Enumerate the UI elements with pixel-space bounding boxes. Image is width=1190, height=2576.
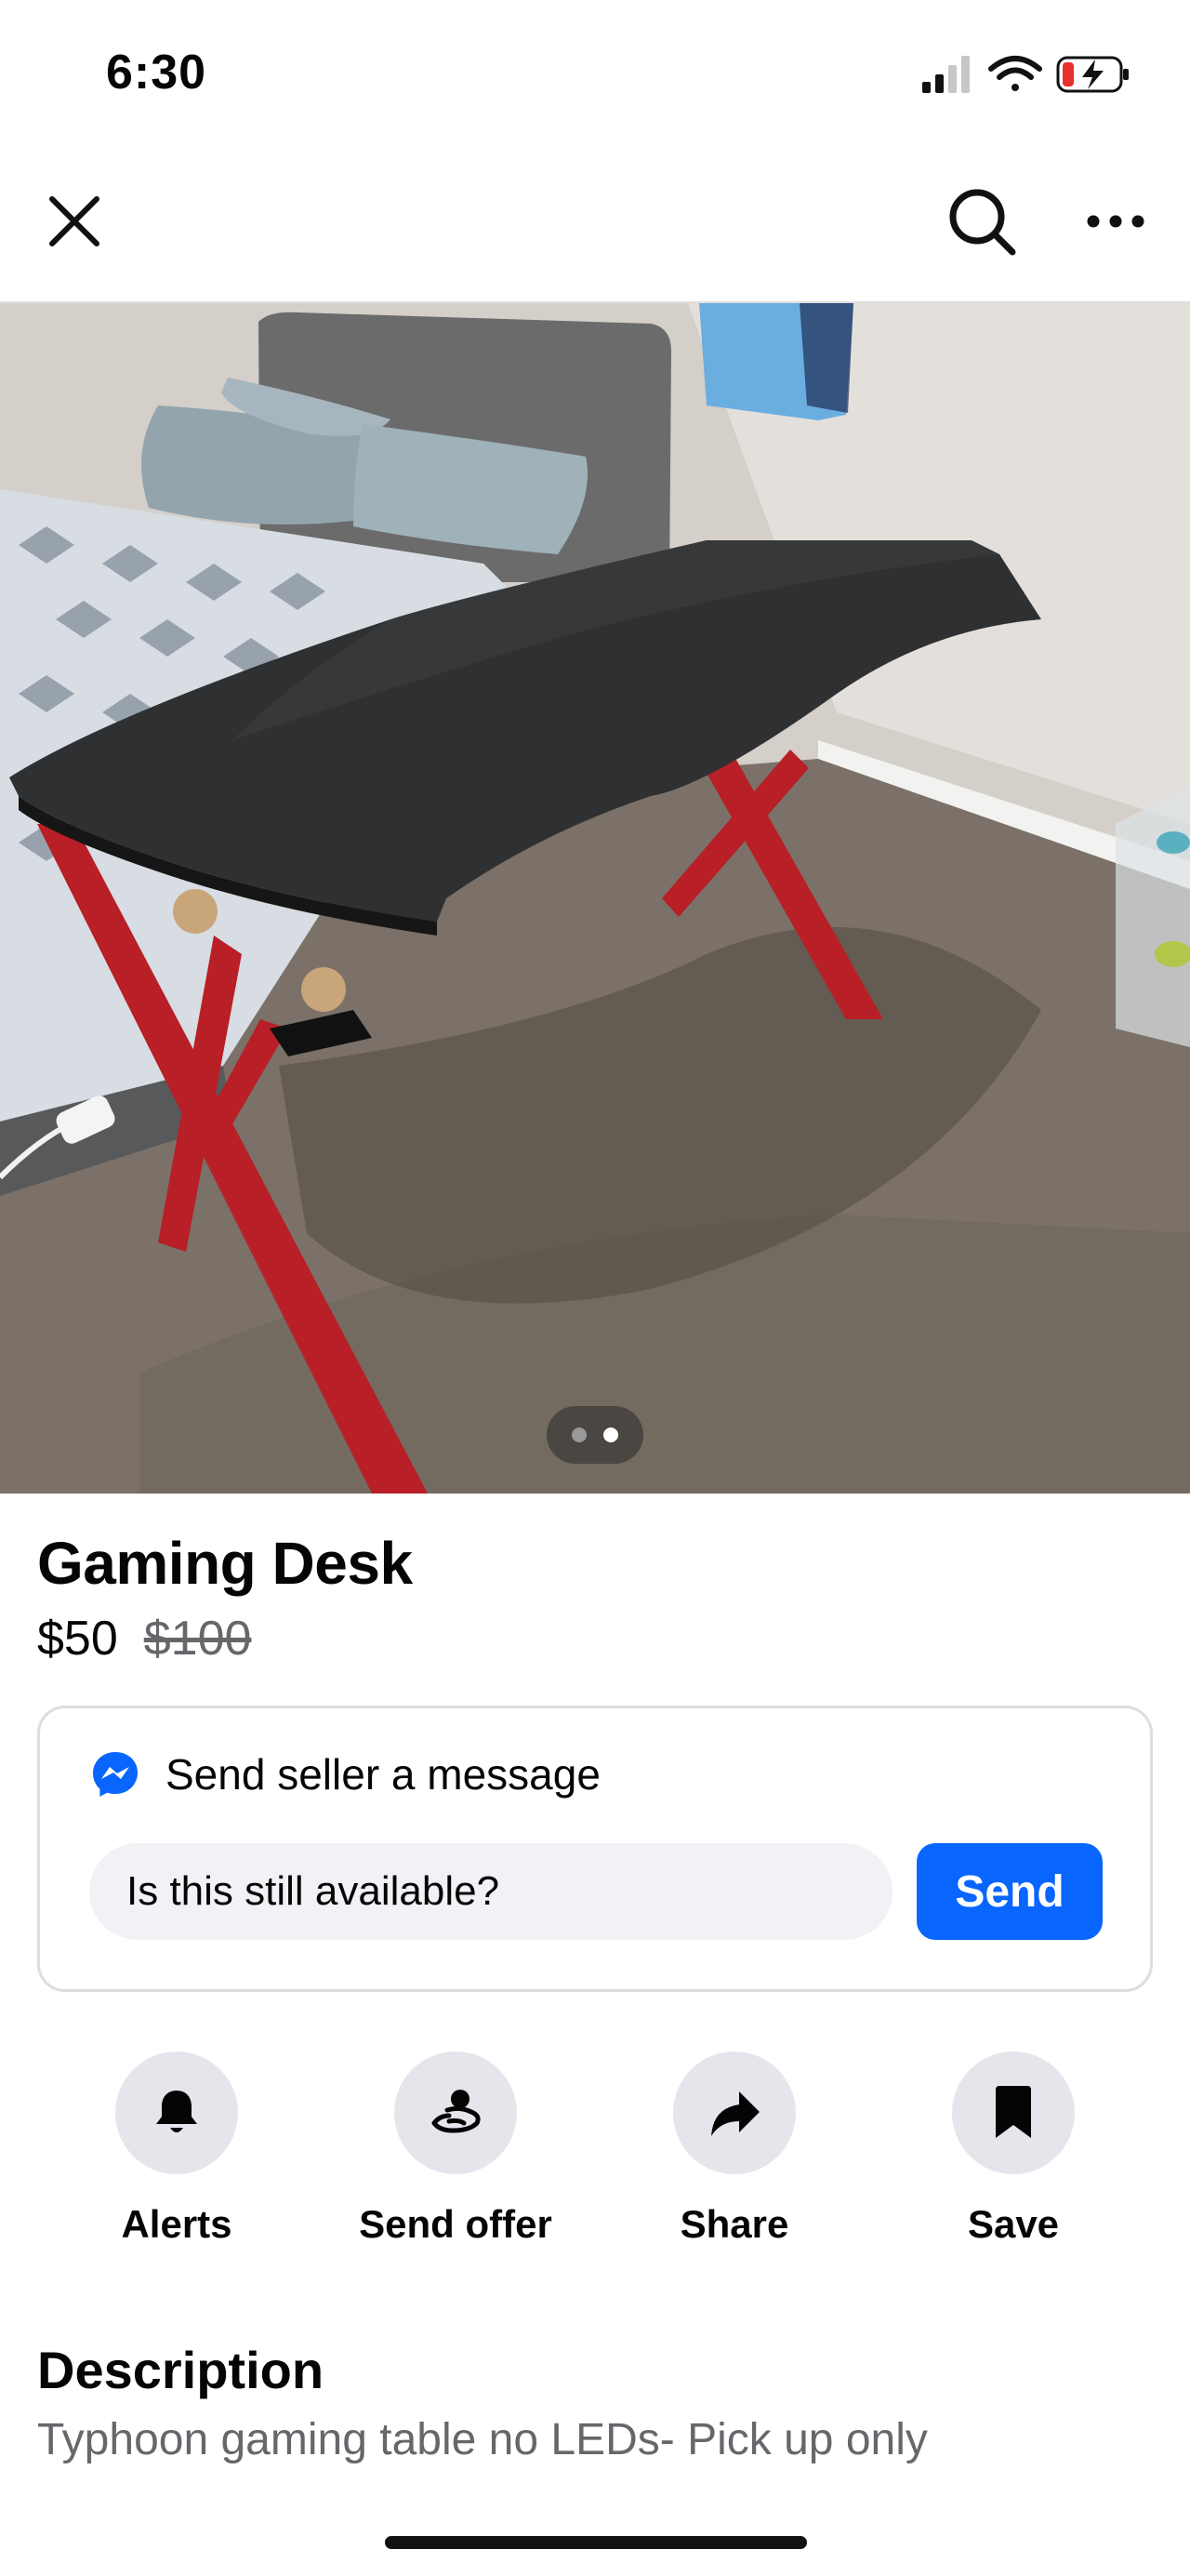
search-icon xyxy=(949,189,1016,256)
save-icon-circle xyxy=(952,2052,1075,2174)
close-button[interactable] xyxy=(28,175,121,268)
save-label: Save xyxy=(967,2202,1060,2246)
price-row: $50 $100 xyxy=(37,1611,251,1666)
bookmark-icon xyxy=(996,2086,1031,2138)
send-offer-icon-circle xyxy=(394,2052,517,2174)
share-icon xyxy=(711,2091,760,2136)
message-input[interactable] xyxy=(89,1843,892,1940)
battery-charging-icon xyxy=(1056,56,1129,93)
more-icon xyxy=(1087,215,1144,228)
share-button[interactable]: Share xyxy=(614,2052,855,2247)
close-icon xyxy=(49,196,99,246)
send-offer-label: Send offer xyxy=(359,2202,552,2246)
cellular-signal-icon xyxy=(922,56,970,93)
bell-icon xyxy=(156,2091,197,2132)
carousel-dot-active xyxy=(603,1427,618,1442)
listing-photo[interactable] xyxy=(0,303,1190,1494)
send-offer-button[interactable]: Send offer xyxy=(335,2052,576,2247)
listing-title: Gaming Desk xyxy=(37,1530,413,1597)
alerts-icon-circle xyxy=(115,2052,238,2174)
original-price: $100 xyxy=(143,1612,252,1666)
description-text: Typhoon gaming table no LEDs- Pick up on… xyxy=(37,2415,928,2464)
alerts-label: Alerts xyxy=(121,2202,232,2246)
message-seller-title: Send seller a message xyxy=(165,1750,601,1799)
messenger-icon xyxy=(93,1752,138,1797)
save-button[interactable]: Save xyxy=(892,2052,1134,2247)
share-icon-circle xyxy=(673,2052,796,2174)
search-button[interactable] xyxy=(935,175,1028,268)
share-label: Share xyxy=(680,2202,789,2246)
photo-carousel-indicator xyxy=(547,1406,643,1464)
carousel-dot xyxy=(572,1427,587,1442)
status-icons xyxy=(919,52,1138,97)
message-seller-header: Send seller a message xyxy=(89,1748,601,1800)
alerts-button[interactable]: Alerts xyxy=(56,2052,298,2247)
status-time: 6:30 xyxy=(106,46,207,100)
send-button[interactable]: Send xyxy=(917,1843,1103,1940)
wifi-icon xyxy=(988,56,1042,91)
home-indicator[interactable] xyxy=(385,2536,807,2549)
current-price: $50 xyxy=(37,1612,118,1666)
more-options-button[interactable] xyxy=(1069,175,1162,268)
offer-icon xyxy=(431,2090,481,2133)
description-heading: Description xyxy=(37,2341,324,2399)
